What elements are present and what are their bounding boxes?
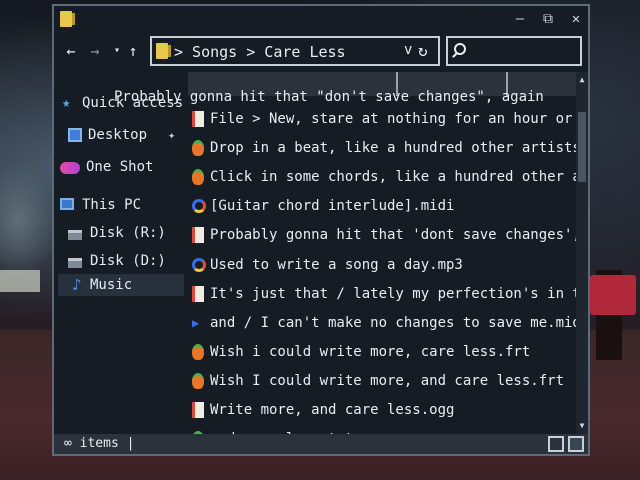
list-item[interactable]: Write more, and care less.ogg xyxy=(190,397,576,423)
midi-icon xyxy=(192,199,206,213)
details-view-icon[interactable] xyxy=(548,436,564,452)
background-bench xyxy=(0,270,40,292)
file-name: Drop in a beat, like a hundred other art… xyxy=(210,140,576,156)
sidebar-item-label: This PC xyxy=(82,197,142,213)
list-item[interactable]: Click in some chords, like a hundred oth… xyxy=(190,164,576,190)
document-icon xyxy=(192,227,204,243)
disk-icon xyxy=(68,230,82,240)
scroll-thumb[interactable] xyxy=(578,112,586,182)
file-name: and care less.txt xyxy=(210,426,353,434)
address-path[interactable]: > Songs > Care Less xyxy=(174,43,346,61)
sidebar-item-disk-d[interactable]: Disk (D:) xyxy=(58,250,184,272)
forward-arrow-icon[interactable]: → xyxy=(86,42,104,60)
address-dropdown-chevron-icon[interactable]: v xyxy=(404,42,412,58)
maximize-button[interactable]: ⧉ xyxy=(538,10,558,28)
background-red-object xyxy=(590,275,636,315)
play-icon: ▶ xyxy=(192,316,200,330)
sidebar-item-quick-access[interactable]: ★ Quick access xyxy=(58,92,184,114)
file-name: Used to write a song a day.mp3 xyxy=(210,257,463,273)
sidebar-item-label: Music xyxy=(90,277,133,293)
pc-icon xyxy=(60,198,74,210)
sidebar-item-label: Disk (D:) xyxy=(90,253,166,269)
scroll-down-arrow-icon[interactable]: ▼ xyxy=(576,420,588,432)
address-bar[interactable]: > Songs > Care Less v ↻ xyxy=(150,36,440,66)
list-item[interactable]: [Guitar chord interlude].midi xyxy=(190,193,576,219)
navigation-bar: ← → ▾ ↑ > Songs > Care Less v ↻ xyxy=(54,32,588,70)
sidebar-item-disk-r[interactable]: Disk (R:) xyxy=(58,222,184,244)
list-item[interactable]: ▶ and / I can't make no changes to save … xyxy=(190,310,576,336)
pin-icon[interactable]: ✦ xyxy=(168,124,175,146)
column-header[interactable] xyxy=(188,72,576,96)
sidebar-item-label: One Shot xyxy=(86,159,154,175)
list-item[interactable]: and care less.txt xyxy=(190,426,576,434)
column-divider[interactable] xyxy=(506,72,508,96)
file-name: and / I can't make no changes to save me… xyxy=(210,315,576,331)
music-icon: ♪ xyxy=(72,275,82,294)
document-icon xyxy=(192,111,204,127)
sidebar-item-one-shot[interactable]: One Shot xyxy=(58,156,184,178)
disk-icon xyxy=(68,258,82,268)
midi-icon xyxy=(192,258,206,272)
list-item[interactable]: Used to write a song a day.mp3 xyxy=(190,252,576,278)
desktop-icon xyxy=(68,128,82,142)
sidebar-item-label: Disk (R:) xyxy=(90,225,166,241)
item-count: ∞ items | xyxy=(64,436,135,451)
list-item[interactable]: File > New, stare at nothing for an hour… xyxy=(190,106,576,132)
list-item[interactable]: It's just that / lately my perfection's … xyxy=(190,281,576,307)
search-icon xyxy=(454,43,466,55)
minimize-button[interactable]: — xyxy=(510,10,530,28)
search-input[interactable] xyxy=(446,36,582,66)
cloud-icon xyxy=(60,162,80,174)
folder-icon xyxy=(156,43,171,59)
sidebar-item-music[interactable]: ♪ Music xyxy=(58,274,184,296)
file-list: File > New, stare at nothing for an hour… xyxy=(188,72,576,434)
large-icons-view-icon[interactable] xyxy=(568,436,584,452)
refresh-icon[interactable]: ↻ xyxy=(418,41,428,60)
file-name: [Guitar chord interlude].midi xyxy=(210,198,455,214)
fruity-icon xyxy=(192,169,204,185)
file-name: Write more, and care less.ogg xyxy=(210,402,455,418)
list-item[interactable]: Drop in a beat, like a hundred other art… xyxy=(190,135,576,161)
fruity-icon xyxy=(192,140,204,156)
file-name: Wish I could write more, and care less.f… xyxy=(210,373,565,389)
vertical-scrollbar[interactable]: ▲ ▼ xyxy=(576,72,588,434)
background-light xyxy=(0,160,60,280)
title-bar[interactable]: — ⧉ ✕ xyxy=(54,6,588,32)
file-explorer-window: — ⧉ ✕ ← → ▾ ↑ > Songs > Care Less v ↻ ★ … xyxy=(52,4,590,456)
status-bar: ∞ items | xyxy=(54,434,588,454)
star-icon: ★ xyxy=(62,95,71,111)
folder-icon xyxy=(60,11,75,27)
fruity-icon xyxy=(192,344,204,360)
up-arrow-icon[interactable]: ↑ xyxy=(124,42,142,60)
sidebar-item-this-pc[interactable]: This PC xyxy=(58,194,184,216)
file-name: Wish i could write more, care less.frt xyxy=(210,344,531,360)
sidebar-item-desktop[interactable]: Desktop ✦ xyxy=(58,124,184,146)
file-name: Click in some chords, like a hundred oth… xyxy=(210,169,576,185)
fruity-icon xyxy=(192,373,204,389)
document-icon xyxy=(192,286,204,302)
back-arrow-icon[interactable]: ← xyxy=(62,42,80,60)
sidebar-item-label: Desktop xyxy=(88,127,148,143)
column-divider[interactable] xyxy=(396,72,398,96)
sidebar-item-label: Quick access xyxy=(82,95,184,111)
close-button[interactable]: ✕ xyxy=(566,10,586,28)
document-icon xyxy=(192,402,204,418)
file-name: File > New, stare at nothing for an hour… xyxy=(210,111,576,127)
scroll-up-arrow-icon[interactable]: ▲ xyxy=(576,74,588,86)
list-item[interactable]: Wish i could write more, care less.frt xyxy=(190,339,576,365)
list-item[interactable]: Probably gonna hit that 'dont save chang… xyxy=(190,222,576,248)
list-item[interactable]: Wish I could write more, and care less.f… xyxy=(190,368,576,394)
navigation-sidebar: ★ Quick access Desktop ✦ One Shot This P… xyxy=(54,76,188,432)
file-name: Probably gonna hit that 'dont save chang… xyxy=(210,227,576,243)
file-name: It's just that / lately my perfection's … xyxy=(210,286,576,302)
